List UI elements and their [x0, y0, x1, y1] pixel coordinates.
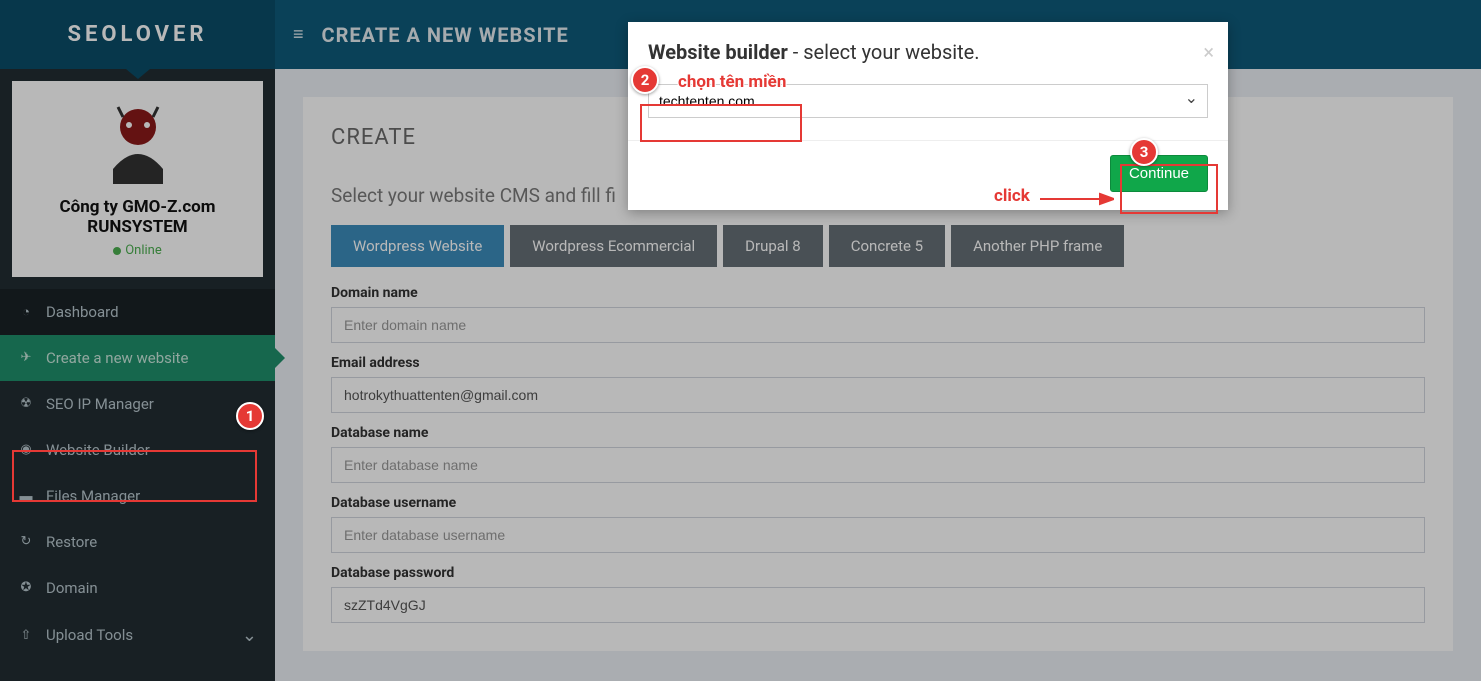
- modal-title-bold: Website builder: [648, 40, 788, 64]
- modal-footer: Continue: [628, 140, 1228, 210]
- modal-body: techtenten.com: [628, 76, 1228, 140]
- continue-button[interactable]: Continue: [1110, 155, 1208, 192]
- website-select[interactable]: techtenten.com: [648, 84, 1208, 118]
- modal-title-rest: - select your website.: [788, 40, 980, 64]
- modal-header: Website builder - select your website. ×: [628, 22, 1228, 76]
- modal-title: Website builder - select your website.: [648, 40, 1208, 64]
- close-icon[interactable]: ×: [1203, 40, 1214, 64]
- website-builder-modal: Website builder - select your website. ×…: [628, 22, 1228, 210]
